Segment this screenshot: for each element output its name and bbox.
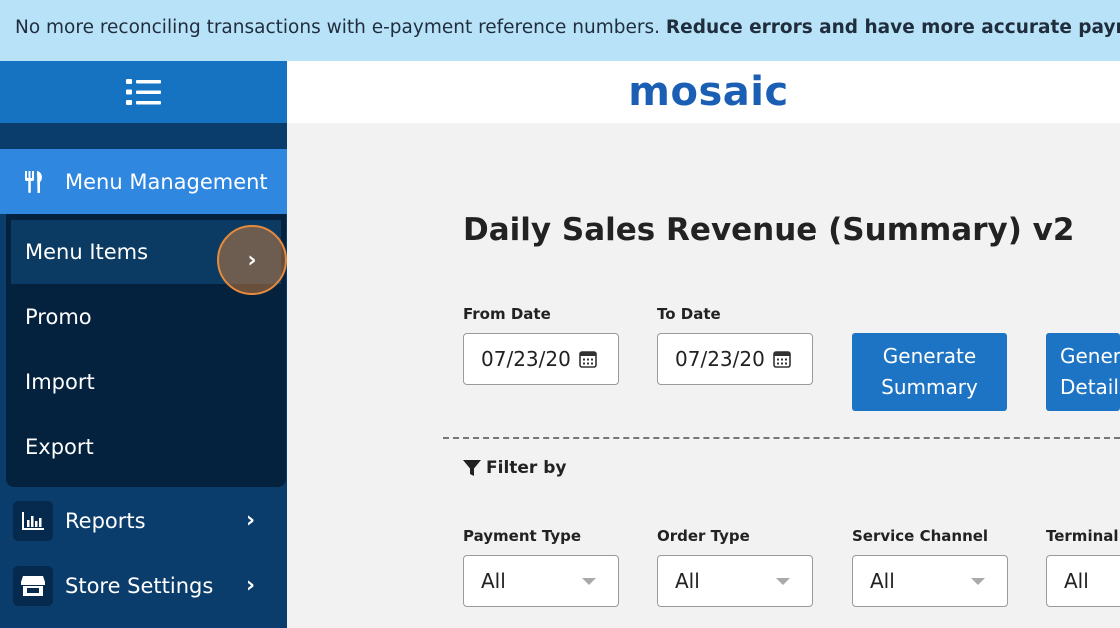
chevron-down-icon bbox=[776, 578, 790, 585]
promo-banner: No more reconciling transactions with e-… bbox=[0, 0, 1120, 61]
select-value: All bbox=[870, 569, 895, 593]
generate-summary-button[interactable]: Generate Summary bbox=[852, 333, 1007, 411]
select-value: All bbox=[481, 569, 506, 593]
sidebar: Menu Management Menu Items › Promo Impor… bbox=[0, 61, 287, 628]
order-type-select[interactable]: All bbox=[657, 555, 813, 607]
payment-type-select[interactable]: All bbox=[463, 555, 619, 607]
submenu-item-label: Menu Items bbox=[25, 240, 149, 264]
main-content: Daily Sales Revenue (Summary) v2 From Da… bbox=[287, 123, 1120, 628]
calendar-icon[interactable] bbox=[579, 349, 597, 373]
submenu-item-label: Promo bbox=[25, 305, 92, 329]
utensils-icon bbox=[24, 170, 44, 193]
submenu-item-export[interactable]: Export bbox=[11, 415, 281, 479]
submenu-item-promo[interactable]: Promo bbox=[11, 285, 281, 349]
filter-icon bbox=[463, 460, 481, 476]
submenu-item-label: Import bbox=[25, 370, 95, 394]
list-icon bbox=[125, 79, 161, 105]
filter-title: Filter by bbox=[486, 458, 567, 478]
sidebar-item-reports[interactable]: Reports › bbox=[0, 488, 287, 553]
calendar-icon[interactable] bbox=[773, 349, 791, 373]
submenu-item-import[interactable]: Import bbox=[11, 350, 281, 414]
menu-toggle-button[interactable] bbox=[0, 61, 287, 123]
banner-text: No more reconciling transactions with e-… bbox=[15, 17, 666, 38]
page-title: Daily Sales Revenue (Summary) v2 bbox=[463, 212, 1075, 248]
sidebar-item-label: Reports bbox=[65, 508, 146, 533]
sidebar-item-store-settings[interactable]: Store Settings › bbox=[0, 553, 287, 618]
chevron-down-icon bbox=[971, 578, 985, 585]
divider bbox=[443, 437, 1120, 439]
filter-heading: Filter by bbox=[463, 458, 566, 478]
service-channel-select[interactable]: All bbox=[852, 555, 1008, 607]
from-date-input[interactable]: 07/23/20 bbox=[463, 333, 619, 385]
sidebar-item-label: Store Settings bbox=[65, 573, 214, 598]
submenu-item-label: Export bbox=[25, 435, 94, 459]
banner-bold-text: Reduce errors and have more accurate pay… bbox=[665, 17, 1120, 38]
select-value: All bbox=[1064, 569, 1089, 593]
from-date-label: From Date bbox=[463, 305, 551, 323]
submenu: Menu Items › Promo Import Export bbox=[6, 214, 287, 487]
to-date-value: 07/23/20 bbox=[675, 347, 765, 371]
to-date-input[interactable]: 07/23/20 bbox=[657, 333, 813, 385]
submenu-item-menu-items[interactable]: Menu Items › bbox=[11, 220, 287, 295]
generate-details-label: Generate Details bbox=[1060, 344, 1120, 399]
terminal-id-select[interactable]: All bbox=[1046, 555, 1120, 607]
store-icon bbox=[13, 565, 53, 606]
to-date-label: To Date bbox=[657, 305, 721, 323]
logo[interactable]: mosaic bbox=[628, 69, 788, 115]
chevron-down-icon bbox=[582, 578, 596, 585]
sidebar-item-menu-management[interactable]: Menu Management bbox=[0, 149, 287, 214]
bar-chart-icon bbox=[13, 500, 53, 541]
header: mosaic bbox=[287, 61, 1120, 123]
terminal-id-label: Terminal ID bbox=[1046, 527, 1120, 545]
from-date-value: 07/23/20 bbox=[481, 347, 571, 371]
payment-type-label: Payment Type bbox=[463, 527, 582, 545]
generate-details-button[interactable]: Generate Details bbox=[1046, 333, 1120, 411]
chevron-right-icon: › bbox=[246, 573, 256, 598]
sidebar-item-label: Menu Management bbox=[65, 169, 268, 194]
service-channel-label: Service Channel bbox=[852, 527, 989, 545]
chevron-right-icon: › bbox=[246, 508, 256, 533]
order-type-label: Order Type bbox=[657, 527, 750, 545]
select-value: All bbox=[675, 569, 700, 593]
